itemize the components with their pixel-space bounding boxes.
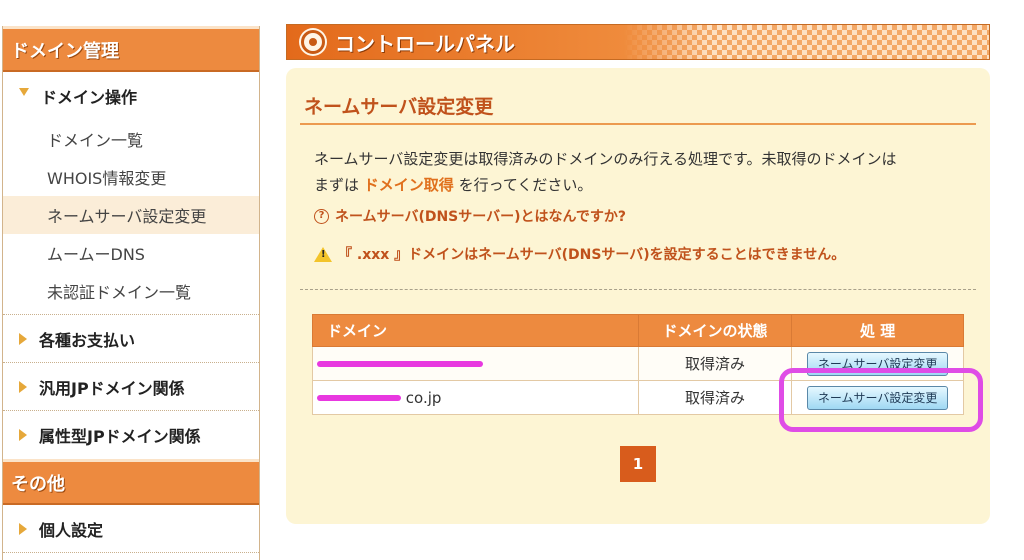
action-cell: ネームサーバ設定変更 (791, 380, 964, 415)
sidebar-group-label: 個人設定 (39, 520, 104, 540)
question-icon: ? (314, 208, 329, 224)
sidebar-group-domain-operations[interactable]: ドメイン操作 (3, 72, 259, 120)
description-text: ネームサーバ設定変更は取得済みのドメインのみ行える処理です。未取得のドメインは … (314, 146, 974, 198)
description-suffix: を行ってください。 (458, 176, 593, 194)
title-divider (300, 123, 976, 125)
action-cell: ネームサーバ設定変更 (791, 346, 964, 381)
redacted-domain-mark (317, 395, 401, 401)
domain-cell (312, 346, 639, 381)
triangle-right-icon (19, 522, 27, 535)
sidebar-group-label: 属性型JPドメイン関係 (39, 427, 201, 446)
domain-name-suffix: co.jp (405, 388, 442, 407)
sidebar-group-label: 各種お支払い (39, 330, 136, 350)
triangle-right-icon (19, 332, 27, 345)
status-cell: 取得済み (637, 346, 793, 381)
description-prefix: まずは (314, 176, 360, 194)
table-row: 取得済み ネームサーバ設定変更 (312, 346, 964, 381)
sidebar-item-nameserver-settings[interactable]: ネームサーバ設定変更 (3, 196, 259, 234)
control-panel-banner: コントロールパネル (286, 24, 990, 60)
faq-nameserver-link[interactable]: ? ネームサーバ(DNSサーバー)とはなんですか? (314, 206, 626, 226)
section-divider (300, 289, 976, 290)
sidebar-header-domain-management: ドメイン管理 (3, 26, 259, 72)
warning-text: 『 .xxx 』ドメインはネームサーバ(DNSサーバ)を設定することはできません… (338, 247, 846, 263)
domain-acquisition-link[interactable]: ドメイン取得 (364, 176, 454, 194)
sidebar-group-generic-jp[interactable]: 汎用JPドメイン関係 (3, 363, 259, 411)
change-nameserver-button[interactable]: ネームサーバ設定変更 (806, 351, 949, 376)
sidebar: ドメイン管理 ドメイン操作 ドメイン一覧 WHOIS情報変更 ネームサーバ設定変… (2, 26, 260, 560)
sidebar-item-domain-list[interactable]: ドメイン一覧 (3, 120, 259, 158)
sidebar-item-whois[interactable]: WHOIS情報変更 (3, 158, 259, 196)
triangle-right-icon (19, 429, 27, 441)
xxx-domain-warning: 『 .xxx 』ドメインはネームサーバ(DNSサーバ)を設定することはできません… (314, 244, 845, 264)
faq-link-text: ネームサーバ(DNSサーバー)とはなんですか? (335, 209, 626, 225)
domain-table: ドメイン ドメインの状態 処 理 取得済み ネームサーバ設定変更 co.jp 取… (312, 314, 964, 415)
sidebar-submenu-domain-operations: ドメイン一覧 WHOIS情報変更 ネームサーバ設定変更 ムームーDNS 未認証ド… (3, 120, 259, 315)
sidebar-header-other: その他 (3, 459, 259, 505)
warning-icon (314, 246, 332, 262)
sidebar-group-personal-settings[interactable]: 個人設定 (3, 505, 259, 553)
sidebar-group-label: 汎用JPドメイン関係 (39, 378, 185, 398)
gear-icon (301, 30, 325, 54)
table-row: co.jp 取得済み ネームサーバ設定変更 (312, 380, 964, 415)
triangle-right-icon (19, 380, 27, 393)
triangle-down-icon (19, 88, 29, 96)
change-nameserver-button[interactable]: ネームサーバ設定変更 (806, 385, 949, 410)
column-header-action: 処 理 (791, 314, 964, 347)
status-cell: 取得済み (637, 380, 793, 415)
redacted-domain-mark (317, 361, 483, 367)
sidebar-group-label: ドメイン操作 (41, 88, 138, 107)
description-line-1: ネームサーバ設定変更は取得済みのドメインのみ行える処理です。未取得のドメインは (314, 150, 897, 168)
pagination-page-1[interactable]: 1 (620, 446, 656, 482)
column-header-status: ドメインの状態 (637, 314, 793, 347)
sidebar-group-payments[interactable]: 各種お支払い (3, 315, 259, 363)
table-header-row: ドメイン ドメインの状態 処 理 (312, 314, 964, 347)
domain-cell: co.jp (312, 380, 639, 415)
sidebar-item-muumuu-dns[interactable]: ムームーDNS (3, 234, 259, 272)
control-panel-title: コントロールパネル (335, 31, 515, 56)
column-header-domain: ドメイン (312, 314, 639, 347)
sidebar-item-unverified-domains[interactable]: 未認証ドメイン一覧 (3, 272, 259, 310)
page-title: ネームサーバ設定変更 (304, 96, 494, 118)
sidebar-group-attribute-jp[interactable]: 属性型JPドメイン関係 (3, 411, 259, 459)
